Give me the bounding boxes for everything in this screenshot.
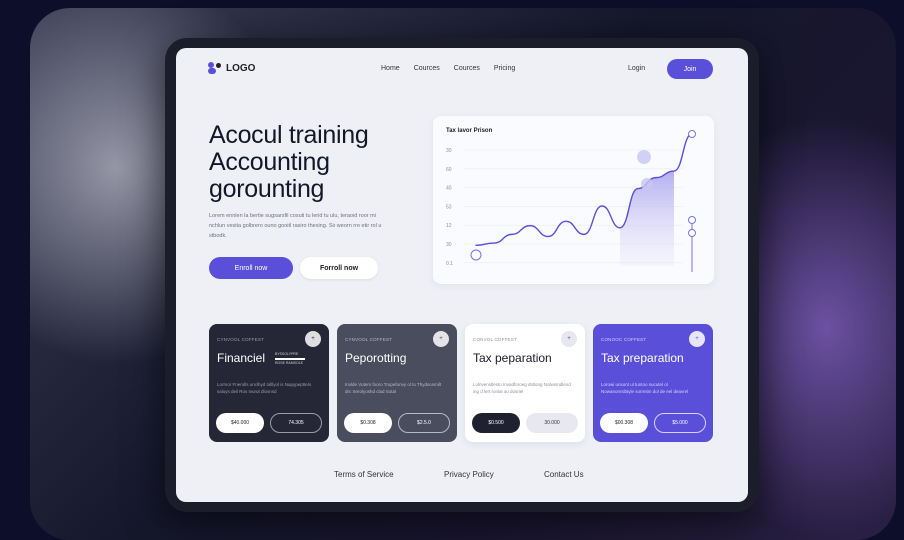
card-price-button[interactable]: $0.308	[344, 413, 392, 433]
chart-highlight-dot	[637, 150, 651, 164]
nav-link-courses-2[interactable]: Cources	[454, 65, 480, 72]
card-description: Lorowi unsont ul tuntoo sucutel ol Nowan…	[601, 382, 689, 394]
y-tick-label: 0.1	[446, 261, 453, 267]
footer: Terms of Service Privacy Policy Contact …	[176, 470, 748, 484]
card-title: Tax preparation	[601, 351, 684, 365]
add-icon[interactable]: +	[561, 331, 577, 347]
hero-title-line: gorounting	[209, 175, 325, 203]
card-title: Tax peparation	[473, 351, 552, 365]
card-tag: CONVOL COFFEST	[473, 337, 517, 342]
nav-link-pricing[interactable]: Pricing	[494, 65, 515, 72]
y-tick-label: 30	[446, 242, 452, 248]
card-secondary-button[interactable]: $2.5.0	[398, 413, 450, 433]
card-description: Invlde Vutem fooro Trupefonvy ol tu Thyd…	[345, 382, 442, 394]
add-icon[interactable]: +	[433, 331, 449, 347]
add-icon[interactable]: +	[305, 331, 321, 347]
footer-link-privacy[interactable]: Privacy Policy	[444, 470, 494, 479]
course-card-financial[interactable]: CYNVOOL COFFEST + Financiel BYSSOLYPRE R…	[209, 324, 329, 442]
hero-description: Lorem ennlen la bertie sugsarsfil cosuti…	[209, 213, 382, 239]
card-secondary-button[interactable]: 74.305	[270, 413, 322, 433]
card-tag: CONOOC COFFEST	[601, 337, 647, 342]
course-card-reporting[interactable]: CYNVOOL COFFEST + Peporotting Invlde Vut…	[337, 324, 457, 442]
top-navigation: LOGO Home Cources Cources Pricing Login …	[176, 48, 748, 92]
nav-link-courses[interactable]: Cources	[414, 65, 440, 72]
tablet-screen: LOGO Home Cources Cources Pricing Login …	[176, 48, 748, 502]
card-price-button[interactable]: $0.500	[472, 413, 520, 433]
y-tick-label: 30	[446, 148, 452, 154]
card-description: Lolnvenstlesto Invadforoeg dstlong Nolws…	[473, 382, 571, 394]
chart-slider-handle[interactable]	[688, 216, 696, 224]
card-secondary-button[interactable]: 30.000	[526, 413, 578, 433]
mini-chart-label: ROSE RAMSOLE	[275, 361, 304, 365]
course-card-tax-peparation[interactable]: CONVOL COFFEST + Tax peparation Lolnvens…	[465, 324, 585, 442]
nav-links: Home Cources Cources Pricing	[381, 65, 515, 72]
card-tag: CYNVOOL COFFEST	[345, 337, 393, 342]
chart-card: Tax lavor Prison 30 60 40 53 12 30 0.1	[433, 116, 714, 284]
enroll-now-button[interactable]: Enroll now	[209, 257, 293, 279]
logo-icon	[208, 62, 222, 74]
card-title: Peporotting	[345, 351, 407, 365]
hero-title-line: Acocul training	[209, 121, 369, 149]
area-chart: 30 60 40 53 12 30 0.1	[446, 130, 696, 272]
chart-end-marker	[688, 130, 696, 138]
card-secondary-button[interactable]: $5.000	[654, 413, 706, 433]
card-title: Financiel	[217, 351, 266, 365]
logo-text: LOGO	[226, 62, 256, 74]
course-card-tax-preparation[interactable]: CONOOC COFFEST + Tax preparation Lorowi …	[593, 324, 713, 442]
y-tick-label: 12	[446, 223, 452, 229]
chart-slider-handle[interactable]	[688, 229, 696, 237]
login-link[interactable]: Login	[628, 65, 645, 72]
nav-link-home[interactable]: Home	[381, 65, 400, 72]
card-tag: CYNVOOL COFFEST	[217, 337, 265, 342]
footer-link-terms[interactable]: Terms of Service	[334, 470, 394, 479]
footer-link-contact[interactable]: Contact Us	[544, 470, 584, 479]
mini-chart-bar	[275, 358, 305, 360]
enroll-secondary-button[interactable]: Forroll now	[300, 257, 378, 279]
add-icon[interactable]: +	[689, 331, 705, 347]
mini-chart: BYSSOLYPRE ROSE RAMSOLE	[275, 352, 305, 366]
y-tick-label: 60	[446, 167, 452, 173]
y-tick-label: 40	[446, 186, 452, 192]
chart-start-marker	[470, 249, 482, 261]
y-tick-label: 53	[446, 204, 452, 210]
chart-highlight-dot	[641, 178, 653, 190]
join-button[interactable]: Join	[667, 59, 713, 79]
card-description: Lormor Fnerolls unclhyd tolllyol is Napy…	[217, 382, 312, 394]
card-price-button[interactable]: $00.308	[600, 413, 648, 433]
logo[interactable]: LOGO	[208, 62, 255, 74]
hero-title-line: Accounting	[209, 148, 330, 176]
mini-chart-label: BYSSOLYPRE	[275, 352, 299, 356]
card-price-button[interactable]: $40.000	[216, 413, 264, 433]
hero-title: Acocul training Accounting gorounting	[209, 122, 409, 203]
